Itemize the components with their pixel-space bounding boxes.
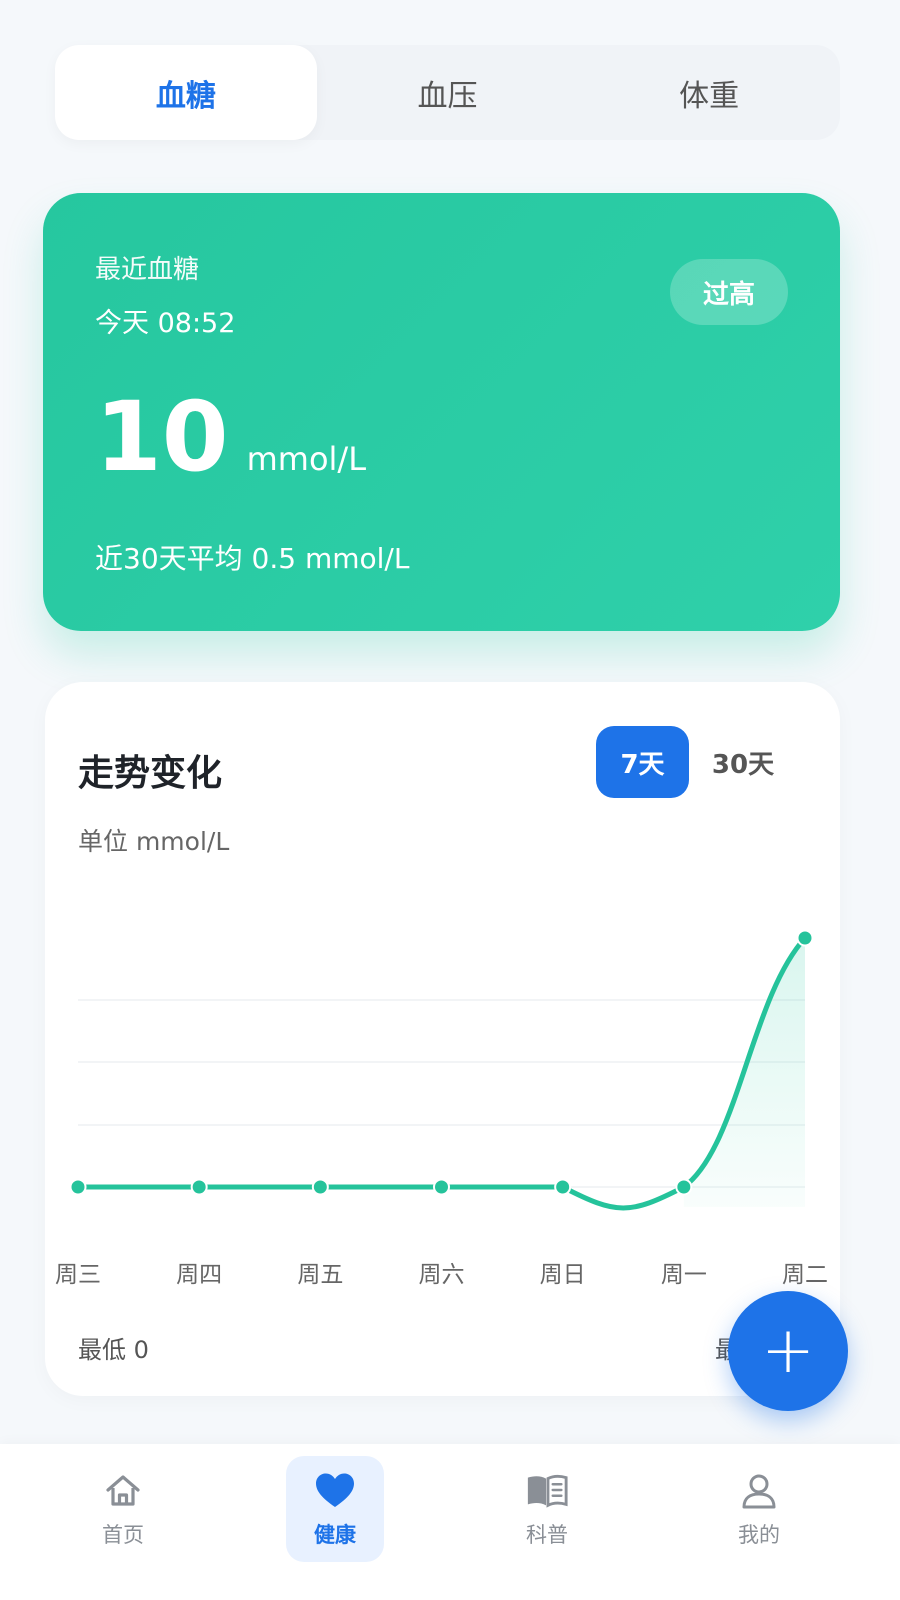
nav-item-mine[interactable]: 我的 xyxy=(710,1456,808,1562)
tab-weight[interactable]: 体重 xyxy=(578,45,840,140)
plus-icon: + xyxy=(761,1314,815,1388)
trend-card: 走势变化 7天 30天 单位 mmol/L 最低 0 最 xyxy=(45,682,840,1396)
status-badge: 过高 xyxy=(670,259,788,325)
latest-reading-value-row: 10 mmol/L xyxy=(95,389,366,485)
chart-unit-label: 单位 mmol/L xyxy=(78,827,230,856)
bottom-navigation: 首页 健康 科普 我的 xyxy=(0,1444,900,1600)
metric-tabs: 血糖 血压 体重 xyxy=(55,45,840,140)
tab-blood-sugar[interactable]: 血糖 xyxy=(55,45,317,140)
user-icon xyxy=(737,1469,781,1513)
min-value-label: 最低 0 xyxy=(78,1336,149,1364)
nav-item-science[interactable]: 科普 xyxy=(498,1456,596,1562)
nav-label-home: 首页 xyxy=(102,1523,144,1547)
nav-item-home[interactable]: 首页 xyxy=(74,1456,172,1562)
thirty-day-average: 近30天平均 0.5 mmol/L xyxy=(95,542,410,575)
nav-label-science: 科普 xyxy=(526,1523,568,1547)
latest-reading-title: 最近血糖 xyxy=(95,255,200,285)
heart-icon xyxy=(313,1469,357,1513)
nav-label-mine: 我的 xyxy=(738,1523,780,1547)
nav-label-health: 健康 xyxy=(314,1523,356,1547)
book-icon xyxy=(525,1469,569,1513)
latest-reading-time: 今天 08:52 xyxy=(95,308,236,339)
latest-reading-card[interactable]: 最近血糖 今天 08:52 过高 10 mmol/L 近30天平均 0.5 mm… xyxy=(43,193,840,631)
range-30-days-button[interactable]: 30天 xyxy=(700,726,786,798)
add-record-button[interactable]: + xyxy=(728,1291,848,1411)
range-7-days-button[interactable]: 7天 xyxy=(596,726,689,798)
trend-title: 走势变化 xyxy=(78,753,223,794)
nav-item-health[interactable]: 健康 xyxy=(286,1456,384,1562)
home-icon xyxy=(101,1469,145,1513)
tab-blood-pressure[interactable]: 血压 xyxy=(317,45,579,140)
latest-reading-unit: mmol/L xyxy=(246,440,367,478)
latest-reading-value: 10 xyxy=(95,381,229,493)
